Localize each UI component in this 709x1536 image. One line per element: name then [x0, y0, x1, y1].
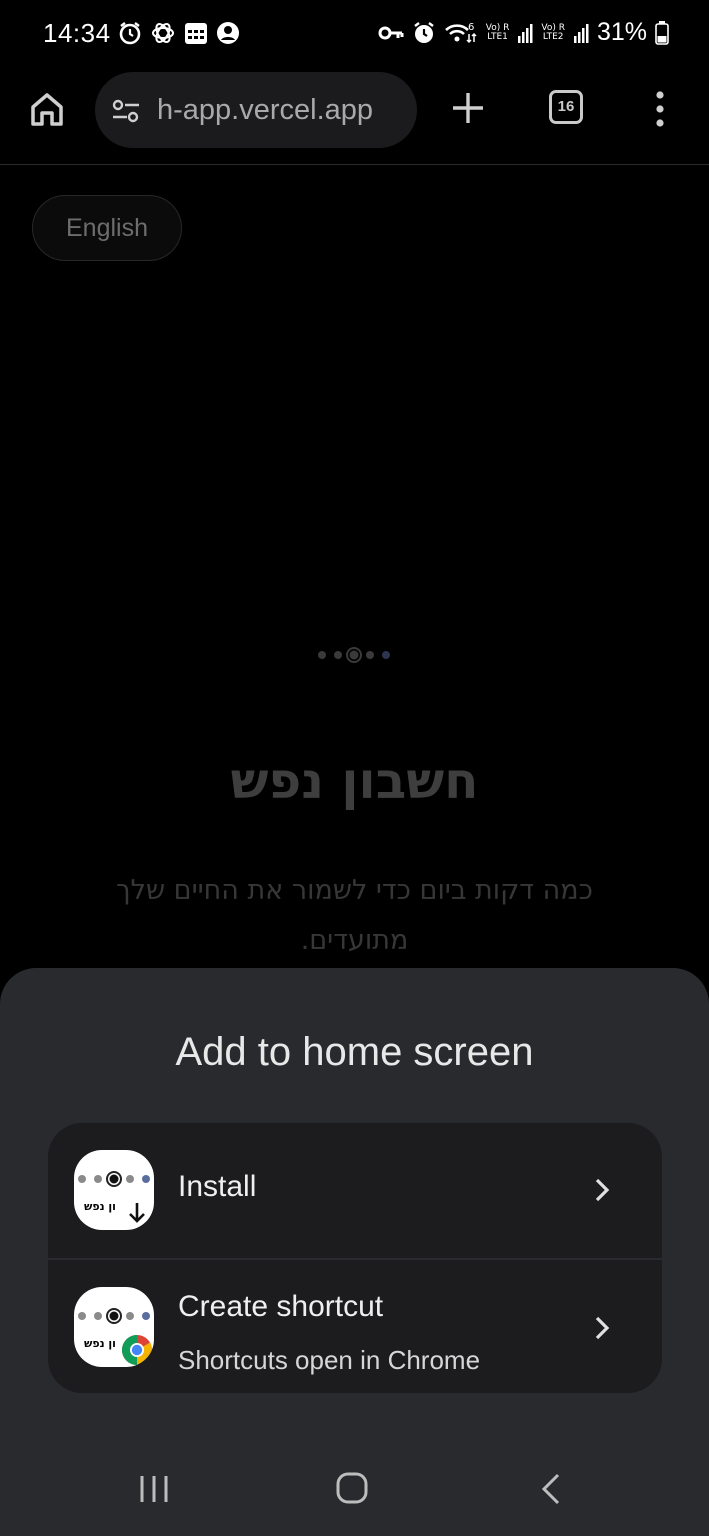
sheet-title: Add to home screen: [175, 1030, 534, 1074]
lte2-label: Vo) R LTE2: [541, 22, 565, 42]
status-bar: 14:34 6 Vo) R LTE1 Vo) R LTE2 31%: [0, 0, 709, 68]
battery-percent: 31%: [596, 18, 647, 46]
wifi-icon: 6: [444, 22, 477, 43]
chatgpt-icon: [152, 22, 174, 44]
chevron-right-icon: [595, 1316, 610, 1340]
tab-switcher-button[interactable]: 16: [549, 90, 583, 124]
install-label: Install: [178, 1170, 257, 1203]
page-title: חשבון נפש: [230, 752, 479, 810]
home-nav-icon[interactable]: [336, 1472, 368, 1504]
browser-toolbar: h-app.vercel.app 16: [0, 68, 709, 165]
status-right-icons: 6 Vo) R LTE1 Vo) R LTE2 31%: [378, 18, 669, 47]
site-settings-icon[interactable]: [111, 97, 141, 125]
status-left-icons: [118, 20, 240, 46]
lte2-signal-icon: [573, 23, 589, 43]
url-text[interactable]: h-app.vercel.app: [157, 94, 373, 127]
account-icon: [217, 22, 239, 44]
calendar-icon: [185, 23, 207, 44]
create-shortcut-label: Create shortcut: [178, 1290, 384, 1323]
create-shortcut-option[interactable]: ון נפש Create shortcut Shortcuts open in…: [48, 1260, 662, 1393]
chrome-badge-icon: [119, 1332, 154, 1367]
home-icon[interactable]: [28, 90, 66, 128]
new-tab-icon[interactable]: [450, 90, 486, 126]
app-logo-dots-icon: [78, 1308, 150, 1324]
back-icon[interactable]: [541, 1472, 561, 1506]
status-time: 14:34: [43, 18, 111, 48]
lte1-label: Vo) R LTE1: [485, 22, 510, 42]
omnibox[interactable]: h-app.vercel.app: [95, 72, 417, 148]
system-nav-bar: [0, 1440, 709, 1536]
more-menu-icon[interactable]: [652, 90, 668, 128]
app-icon-text: ון נפש: [84, 1200, 116, 1213]
vpn-key-icon: [378, 26, 404, 39]
app-icon-text: ון נפש: [84, 1337, 116, 1350]
install-option[interactable]: ון נפש Install: [48, 1123, 662, 1260]
language-button[interactable]: English: [32, 195, 182, 261]
page-subtitle: כמה דקות ביום כדי לשמור את החיים שלך מתו…: [116, 875, 593, 956]
app-logo-dots-icon: [318, 647, 390, 663]
battery-icon: [655, 20, 669, 45]
app-icon: ון נפש: [74, 1287, 154, 1367]
create-shortcut-sublabel: Shortcuts open in Chrome: [178, 1345, 481, 1375]
recent-apps-icon[interactable]: [138, 1473, 170, 1505]
chevron-right-icon: [595, 1178, 610, 1202]
app-logo-dots-icon: [78, 1171, 150, 1187]
alarm-icon: [119, 22, 141, 45]
download-badge-icon: [119, 1195, 154, 1230]
alarm-icon: [414, 21, 434, 43]
lte1-signal-icon: [518, 23, 533, 43]
options-card: ון נפש Install ון נפש Create shortcut Sh…: [48, 1123, 662, 1393]
wifi-label: 6: [468, 22, 474, 33]
app-icon: ון נפש: [74, 1150, 154, 1230]
